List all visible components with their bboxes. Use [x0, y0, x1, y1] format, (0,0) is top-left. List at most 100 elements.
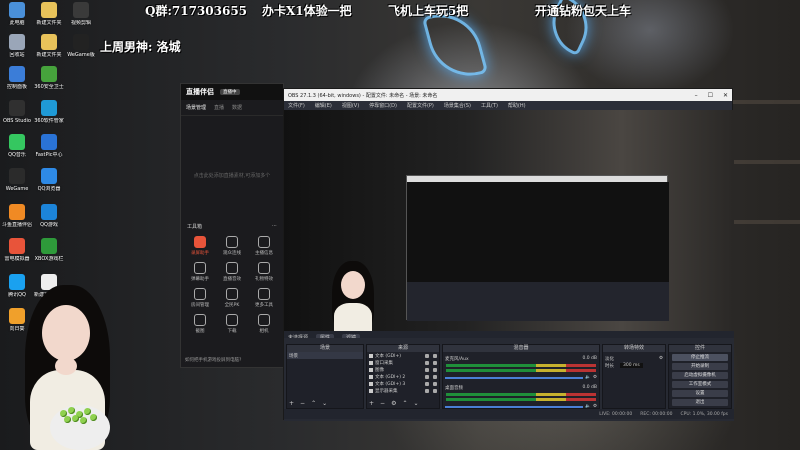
remove-icon[interactable]: −	[300, 400, 305, 407]
desktop-icon[interactable]: 新建文件夹	[32, 34, 66, 58]
close-icon[interactable]: ✕	[723, 92, 728, 99]
menu-item[interactable]: 帮助(H)	[508, 102, 526, 109]
minimize-icon[interactable]: –	[695, 92, 698, 99]
visibility-icon[interactable]	[425, 353, 429, 358]
tool-label: 相机	[259, 329, 269, 334]
control-button[interactable]: 启动虚拟摄像机	[672, 372, 728, 379]
speaker-icon[interactable]: 🔈	[585, 375, 591, 380]
desktop-icon[interactable]: 此电脑	[0, 2, 34, 26]
move-up-icon[interactable]: ⌃	[402, 400, 407, 407]
source-item[interactable]: 显示器采集	[367, 387, 439, 394]
tool-icon	[226, 262, 238, 274]
lock-icon[interactable]	[433, 381, 437, 386]
visibility-icon[interactable]	[425, 388, 429, 393]
source-item[interactable]: 文本 (GDI+)	[367, 352, 439, 359]
desktop-icon[interactable]: XBOX游戏栏	[32, 238, 66, 262]
sources-dock-title: 来源	[367, 345, 439, 352]
tool-button[interactable]: 录屏助手	[185, 236, 215, 256]
tool-button[interactable]: 全民PK	[217, 288, 247, 308]
source-item[interactable]: 文本 (GDI+) 3	[367, 380, 439, 387]
desktop-icon[interactable]: WeGame	[0, 168, 34, 192]
obs-preview[interactable]	[284, 110, 734, 338]
tab-scene[interactable]: 场景管理	[186, 104, 206, 111]
source-item[interactable]: 窗口采集	[367, 359, 439, 366]
menu-item[interactable]: 文件(F)	[288, 102, 305, 109]
control-button[interactable]: 工作室模式	[672, 381, 728, 388]
desktop-icon[interactable]: 控制面板	[0, 66, 34, 90]
tab-live[interactable]: 直播	[214, 104, 224, 111]
menu-item[interactable]: 停靠窗口(D)	[369, 102, 397, 109]
help-link[interactable]: 如何把手机游戏投屏到电脑?	[185, 357, 241, 363]
move-down-icon[interactable]: ⌄	[322, 400, 327, 407]
source-item[interactable]: 文本 (GDI+) 2	[367, 373, 439, 380]
desktop-icon[interactable]: QQ浏览器	[32, 168, 66, 192]
source-type-icon	[369, 360, 373, 365]
volume-slider[interactable]	[445, 405, 584, 408]
visibility-icon[interactable]	[425, 374, 429, 379]
move-down-icon[interactable]: ⌄	[413, 400, 418, 407]
lock-icon[interactable]	[433, 367, 437, 372]
desktop-icon[interactable]: 视频剪辑	[64, 2, 98, 26]
desktop-icon[interactable]: FastPic中心	[32, 134, 66, 158]
source-label: 图像	[375, 367, 384, 373]
visibility-icon[interactable]	[425, 367, 429, 372]
desktop-icon[interactable]: WeGame版	[64, 34, 98, 58]
tool-button[interactable]: 观众连线	[217, 236, 247, 256]
app-icon	[41, 168, 57, 184]
tool-button[interactable]: 下载	[217, 314, 247, 334]
control-button[interactable]: 开始录制	[672, 363, 728, 370]
desktop-icon[interactable]: 斗鱼直播伴侣	[0, 204, 34, 228]
desktop-icon[interactable]: 360软件管家	[32, 100, 66, 124]
desktop-icon-label: FastPic中心	[35, 152, 63, 158]
tool-button[interactable]: 房间管理	[185, 288, 215, 308]
more-icon[interactable]: ⋯	[272, 223, 277, 230]
lock-icon[interactable]	[433, 374, 437, 379]
desktop-icon[interactable]: QQ音乐	[0, 134, 34, 158]
volume-slider[interactable]	[445, 376, 584, 379]
tool-button[interactable]: 主播信息	[249, 236, 279, 256]
menu-item[interactable]: 视图(V)	[342, 102, 359, 109]
lock-icon[interactable]	[433, 388, 437, 393]
add-icon[interactable]: +	[289, 400, 294, 407]
gear-icon[interactable]: ⚙	[593, 375, 597, 380]
menu-item[interactable]: 工具(T)	[481, 102, 498, 109]
scene-item[interactable]: 场景	[287, 352, 363, 359]
tool-icon	[194, 314, 206, 326]
tool-button[interactable]: 截图	[185, 314, 215, 334]
maximize-icon[interactable]: ☐	[708, 92, 713, 99]
desktop-icon[interactable]: 雷电模拟器	[0, 238, 34, 262]
tool-button[interactable]: 弹幕助手	[185, 262, 215, 282]
visibility-icon[interactable]	[425, 381, 429, 386]
move-up-icon[interactable]: ⌃	[311, 400, 316, 407]
tool-icon	[258, 236, 270, 248]
tool-button[interactable]: 相机	[249, 314, 279, 334]
tool-button[interactable]: 礼物特效	[249, 262, 279, 282]
desktop-icon[interactable]: 新建文件夹	[32, 2, 66, 26]
control-button[interactable]: 设置	[672, 390, 728, 397]
empty-source-text[interactable]: 点击此处添加直播素材,可添加多个	[181, 172, 283, 179]
lock-icon[interactable]	[433, 360, 437, 365]
nested-canvas	[407, 182, 669, 282]
desktop-icon[interactable]: 360安全卫士	[32, 66, 66, 90]
remove-icon[interactable]: −	[380, 400, 385, 407]
menu-item[interactable]: 场景集合(S)	[444, 102, 471, 109]
menu-item[interactable]: 编辑(E)	[315, 102, 332, 109]
desktop-icon[interactable]: QQ游戏	[32, 204, 66, 228]
gear-icon[interactable]: ⚙	[391, 400, 396, 407]
tool-button[interactable]: 更多工具	[249, 288, 279, 308]
tool-button[interactable]: 直播音效	[217, 262, 247, 282]
control-button[interactable]: 退出	[672, 399, 728, 406]
duration-input[interactable]: 300 ms	[620, 363, 643, 368]
add-icon[interactable]: +	[369, 400, 374, 407]
tab-data[interactable]: 数据	[232, 104, 242, 111]
controls-dock: 控件 停止推流 开始录制 启动虚拟摄像机 工作室模式 设置 退出	[668, 344, 732, 409]
desktop-icon[interactable]: OBS Studio	[0, 100, 34, 124]
desktop-icon[interactable]: 回收站	[0, 34, 34, 58]
source-item[interactable]: 图像	[367, 366, 439, 373]
visibility-icon[interactable]	[425, 360, 429, 365]
gear-icon[interactable]: ⚙	[659, 356, 663, 361]
transition-select[interactable]: 淡化 ⚙	[603, 355, 665, 362]
menu-item[interactable]: 配置文件(P)	[407, 102, 434, 109]
control-button[interactable]: 停止推流	[672, 354, 728, 361]
lock-icon[interactable]	[433, 353, 437, 358]
